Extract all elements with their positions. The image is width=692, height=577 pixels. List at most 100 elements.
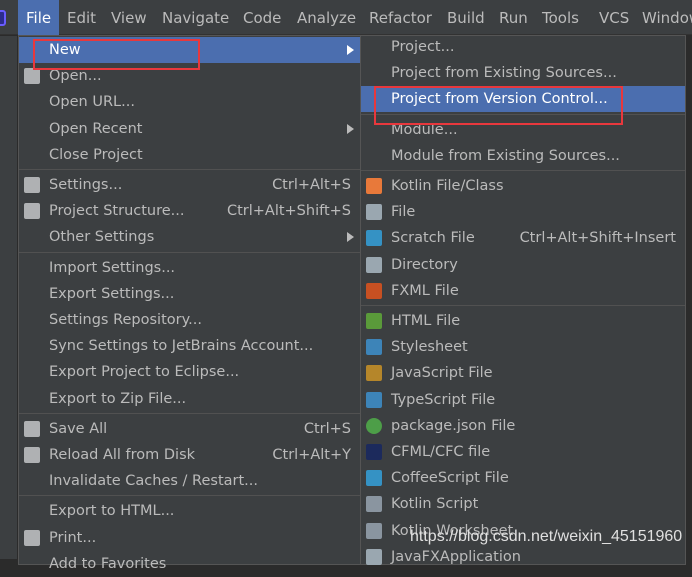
editor-edge xyxy=(686,36,692,559)
save-icon xyxy=(24,420,40,437)
menu-item-sync-settings-to-jetbrains-account[interactable]: Sync Settings to JetBrains Account... xyxy=(19,333,360,359)
menu-item-label: Sync Settings to JetBrains Account... xyxy=(49,338,314,355)
app-icon xyxy=(0,10,6,26)
menu-item-label: Kotlin File/Class xyxy=(391,178,504,194)
menu-item-stylesheet[interactable]: Stylesheet xyxy=(361,334,685,360)
menu-build[interactable]: Build xyxy=(447,0,485,35)
menu-item-kotlin-file-class[interactable]: Kotlin File/Class xyxy=(361,173,685,199)
menu-item-open-url[interactable]: Open URL... xyxy=(19,89,360,115)
menu-item-label: File xyxy=(391,204,416,221)
print-icon xyxy=(24,529,40,546)
menu-item-label: Open Recent xyxy=(49,120,143,137)
shortcut-label: Ctrl+Alt+S xyxy=(272,177,351,193)
menu-item-typescript-file[interactable]: TypeScript File xyxy=(361,387,685,413)
fxml-file-icon xyxy=(366,282,382,299)
menu-item-label: CFML/CFC file xyxy=(391,444,491,460)
menu-item-export-project-to-eclipse[interactable]: Export Project to Eclipse... xyxy=(19,359,360,385)
menu-item-directory[interactable]: Directory xyxy=(361,252,685,278)
menu-item-export-settings[interactable]: Export Settings... xyxy=(19,281,360,307)
menu-item-other-settings[interactable]: Other Settings xyxy=(19,224,360,250)
menu-item-label: Open URL... xyxy=(49,94,135,111)
watermark: https://blog.csdn.net/weixin_45151960 xyxy=(410,528,683,545)
menu-edit[interactable]: Edit xyxy=(67,0,96,35)
menu-navigate[interactable]: Navigate xyxy=(162,0,229,35)
menu-item-coffeescript-file[interactable]: CoffeeScript File xyxy=(361,465,685,491)
submenu-arrow-icon xyxy=(347,232,354,243)
menu-run[interactable]: Run xyxy=(499,0,528,35)
menu-item-project-from-existing-sources[interactable]: Project from Existing Sources... xyxy=(361,60,685,86)
scratch-file-icon xyxy=(366,230,382,247)
menu-item-reload-all-from-disk[interactable]: Reload All from Disk Ctrl+Alt+Y xyxy=(19,442,360,468)
menu-item-label: HTML File xyxy=(391,313,461,329)
menu-item-export-to-zip-file[interactable]: Export to Zip File... xyxy=(19,386,360,412)
menu-item-module-from-existing-sources[interactable]: Module from Existing Sources... xyxy=(361,143,685,169)
menu-item-cfml-cfc-file[interactable]: CFML/CFC file xyxy=(361,439,685,465)
menu-item-import-settings[interactable]: Import Settings... xyxy=(19,255,360,281)
menu-file[interactable]: File xyxy=(18,0,60,35)
menu-item-label: Invalidate Caches / Restart... xyxy=(49,473,258,490)
menu-item-label: Import Settings... xyxy=(49,259,176,276)
menu-item-label: Save All xyxy=(49,420,108,437)
menu-item-label: JavaFXApplication xyxy=(391,548,521,565)
menu-item-label: JavaScript File xyxy=(391,365,493,382)
menu-separator xyxy=(19,251,360,253)
menu-item-invalidate-caches-restart[interactable]: Invalidate Caches / Restart... xyxy=(19,468,360,494)
menu-item-label: Project... xyxy=(391,39,455,55)
folder-icon xyxy=(366,256,382,273)
submenu-arrow-icon xyxy=(347,45,354,55)
javafx-icon xyxy=(366,548,382,565)
menu-item-file[interactable]: File xyxy=(361,199,685,225)
coffeescript-icon xyxy=(366,470,382,487)
menu-window[interactable]: Window xyxy=(642,0,692,35)
menu-item-label: Project Structure... xyxy=(49,203,185,220)
menu-view[interactable]: View xyxy=(111,0,147,35)
menu-item-project[interactable]: Project... xyxy=(361,34,685,60)
menu-item-open-recent[interactable]: Open Recent xyxy=(19,116,360,142)
menu-item-settings[interactable]: Settings... Ctrl+Alt+S xyxy=(19,172,360,198)
menu-item-export-to-html[interactable]: Export to HTML... xyxy=(19,498,360,524)
kotlin-script-icon xyxy=(366,496,382,513)
menu-item-label: package.json File xyxy=(391,417,516,434)
menu-item-label: Directory xyxy=(391,256,458,273)
menu-item-javafxapplication[interactable]: JavaFXApplication xyxy=(361,544,685,570)
menu-code[interactable]: Code xyxy=(243,0,281,35)
menu-item-label: CoffeeScript File xyxy=(391,470,509,487)
menu-item-label: Export to Zip File... xyxy=(49,390,187,407)
menu-refactor[interactable]: Refactor xyxy=(369,0,432,35)
menu-item-javascript-file[interactable]: JavaScript File xyxy=(361,360,685,386)
menu-vcs[interactable]: VCS xyxy=(599,0,629,35)
menu-item-fxml-file[interactable]: FXML File xyxy=(361,278,685,304)
menu-item-label: Close Project xyxy=(49,146,143,163)
menu-item-label: Module from Existing Sources... xyxy=(391,147,620,164)
menu-item-add-to-favorites[interactable]: Add to Favorites xyxy=(19,551,360,577)
menu-item-label: Export Settings... xyxy=(49,285,175,302)
kotlin-file-icon xyxy=(366,178,382,194)
file-menu: New Open... Open URL... Open Recent Close Pr… xyxy=(18,35,361,572)
menu-item-scratch-file[interactable]: Scratch File Ctrl+Alt+Shift+Insert xyxy=(361,225,685,251)
menu-item-label: Project from Existing Sources... xyxy=(391,65,617,82)
menu-item-label: Settings... xyxy=(49,177,123,193)
menu-item-package-json-file[interactable]: package.json File xyxy=(361,413,685,439)
menu-item-close-project[interactable]: Close Project xyxy=(19,142,360,168)
menu-analyze[interactable]: Analyze xyxy=(297,0,356,35)
menu-item-print[interactable]: Print... xyxy=(19,525,360,551)
menu-item-project-structure[interactable]: Project Structure... Ctrl+Alt+Shift+S xyxy=(19,198,360,224)
kotlin-worksheet-icon xyxy=(366,522,382,539)
menu-item-save-all[interactable]: Save All Ctrl+S xyxy=(19,416,360,442)
menu-separator xyxy=(19,169,360,170)
menu-separator xyxy=(361,170,685,171)
js-file-icon xyxy=(366,365,382,382)
shortcut-label: Ctrl+Alt+Shift+Insert xyxy=(519,230,676,247)
menu-item-settings-repository[interactable]: Settings Repository... xyxy=(19,307,360,333)
ts-file-icon xyxy=(366,391,382,408)
shortcut-label: Ctrl+S xyxy=(303,420,351,437)
css-file-icon xyxy=(366,339,382,356)
highlight-box-vcs xyxy=(374,86,623,125)
menu-item-html-file[interactable]: HTML File xyxy=(361,308,685,334)
menu-tools[interactable]: Tools xyxy=(542,0,579,35)
folder-open-icon xyxy=(24,68,40,85)
menu-item-label: Settings Repository... xyxy=(49,312,202,328)
reload-icon xyxy=(24,447,40,463)
wrench-icon xyxy=(24,177,40,193)
menu-item-kotlin-script[interactable]: Kotlin Script xyxy=(361,491,685,517)
